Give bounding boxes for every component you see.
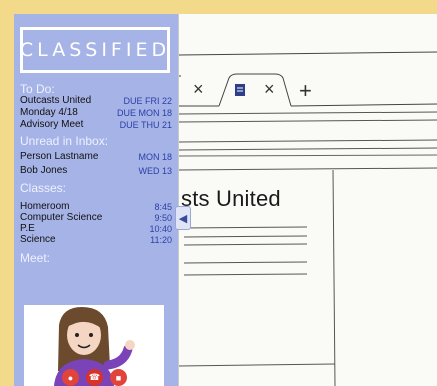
chevron-left-icon: ◀ <box>178 212 188 225</box>
inbox-item[interactable]: Bob Jones WED 13 <box>20 165 172 177</box>
inbox-item-sender: Bob Jones <box>20 165 68 176</box>
todo-item-due: DUE MON 18 <box>116 108 172 118</box>
inbox-heading: Unread in Inbox: <box>20 134 109 148</box>
todo-heading: To Do: <box>20 82 55 96</box>
classes-heading: Classes: <box>20 181 67 195</box>
sidebar: CLASSIFIED To Do: Outcasts United DUE FR… <box>14 14 178 386</box>
class-item-time: 11:20 <box>150 235 172 245</box>
new-tab-button[interactable]: + <box>299 80 312 102</box>
todo-item[interactable]: Outcasts United DUE FRI 22 <box>20 95 172 107</box>
microphone-icon[interactable]: ● <box>62 369 79 386</box>
todo-item-due: DUE THU 21 <box>119 120 172 130</box>
collapse-sidebar-button[interactable]: ◀ <box>175 206 191 230</box>
class-item[interactable]: Science 11:20 <box>20 234 172 246</box>
meet-heading: Meet: <box>20 251 51 265</box>
todo-item-label: Advisory Meet <box>20 119 84 130</box>
todo-item[interactable]: Monday 4/18 DUE MON 18 <box>20 107 172 119</box>
inbox-item-sender: Person Lastname <box>20 151 99 162</box>
tab-close-icon[interactable]: × <box>193 80 204 98</box>
meet-video-card[interactable]: ● ☎ ■ <box>24 305 164 386</box>
tab-close-icon[interactable]: × <box>264 80 275 98</box>
end-call-icon[interactable]: ☎ <box>86 369 103 386</box>
document-icon <box>234 82 246 100</box>
inbox-item-date: WED 13 <box>138 166 172 176</box>
todo-item-label: Outcasts United <box>20 95 92 106</box>
inbox-item-date: MON 18 <box>138 152 172 162</box>
app-logo: CLASSIFIED <box>20 27 170 73</box>
todo-item-due: DUE FRI 22 <box>123 96 172 106</box>
video-off-icon[interactable]: ■ <box>110 369 127 386</box>
inbox-item[interactable]: Person Lastname MON 18 <box>20 151 172 163</box>
todo-item[interactable]: Advisory Meet DUE THU 21 <box>20 119 172 131</box>
browser-window: × × + sts United <box>178 14 437 386</box>
document-title: sts United <box>181 186 281 211</box>
todo-item-label: Monday 4/18 <box>20 107 78 118</box>
class-item-label: Science <box>20 234 56 245</box>
